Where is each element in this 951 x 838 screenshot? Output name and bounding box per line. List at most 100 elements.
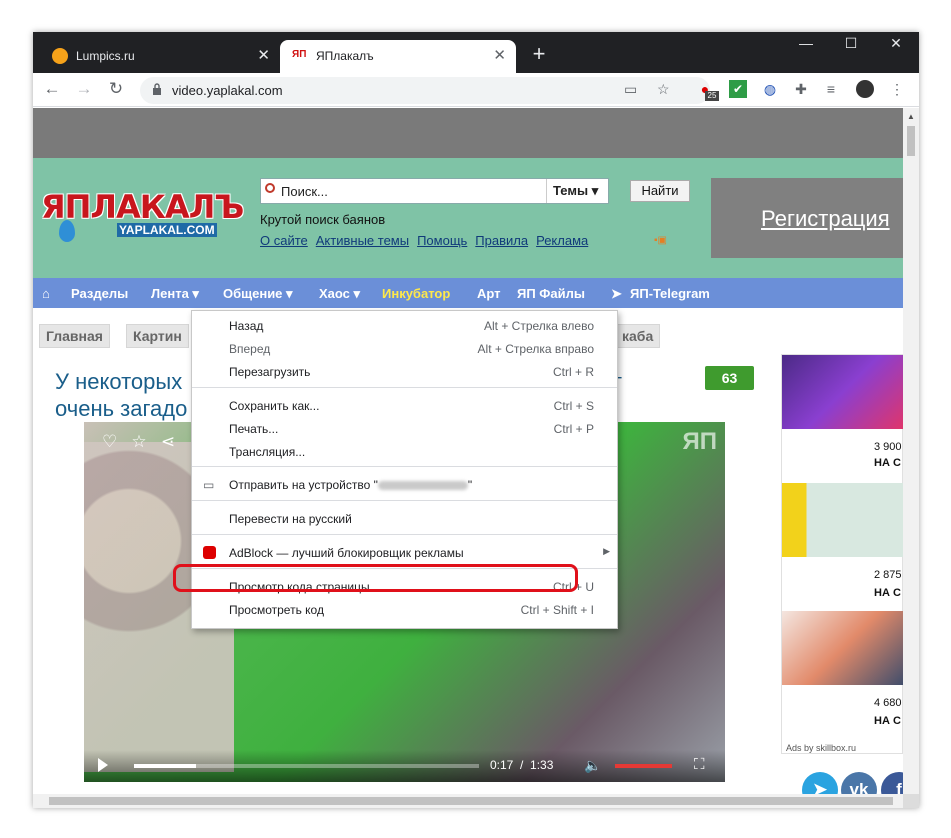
menu-item-reload[interactable]: Перезагрузить Ctrl + R (192, 361, 617, 383)
nav-feed[interactable]: Лента ▾ (151, 286, 199, 302)
nav-telegram[interactable]: ЯП-Telegram (630, 286, 710, 301)
ad-price: 2 875 (874, 569, 902, 581)
tab-lumpics[interactable]: Lumpics.ru ✕ (40, 40, 280, 73)
fullscreen-icon[interactable]: ⛶ (694, 756, 705, 773)
site-search[interactable]: Поиск... Темы ▾ (260, 178, 609, 204)
checkmark-extension-icon[interactable]: ✔ (729, 80, 747, 98)
menu-item-send-to-device[interactable]: ▭ Отправить на устройство " " (192, 474, 617, 496)
register-link[interactable]: Регистрация (761, 206, 890, 232)
nav-chaos[interactable]: Хаос ▾ (319, 286, 360, 302)
tab-title: Lumpics.ru (76, 49, 135, 63)
forward-arrow-icon[interactable]: → (72, 79, 96, 101)
search-scope-select[interactable]: Темы ▾ (546, 179, 610, 203)
ad-image[interactable] (782, 611, 903, 685)
video-current-time: 0:17 (490, 758, 514, 772)
adblock-icon (203, 546, 216, 559)
video-watermark: ЯП (682, 428, 718, 455)
play-icon[interactable] (98, 758, 108, 772)
nav-sections[interactable]: Разделы (71, 286, 128, 301)
link-help[interactable]: Помощь (417, 233, 467, 248)
menu-item-save-as[interactable]: Сохранить как... Ctrl + S (192, 395, 617, 417)
nav-communication[interactable]: Общение ▾ (223, 286, 293, 302)
home-icon[interactable]: ⌂ (42, 286, 50, 301)
nav-files[interactable]: ЯП Файлы (517, 286, 585, 301)
menu-kebab-icon[interactable]: ⋮ (888, 80, 906, 98)
facebook-share-icon[interactable]: f (881, 772, 903, 794)
globe-extension-icon[interactable]: ◍ (761, 80, 779, 98)
scroll-up-icon[interactable]: ▲ (907, 112, 915, 121)
ad-cta[interactable]: НА С (874, 457, 901, 469)
maximize-button[interactable]: ☐ (831, 35, 871, 52)
menu-item-shortcut: Ctrl + R (552, 365, 594, 379)
register-banner: Регистрация (711, 178, 903, 258)
reload-icon[interactable]: ↻ (104, 79, 128, 101)
tab-pictures[interactable]: Картин (126, 324, 189, 348)
tab-yaplakal[interactable]: ЯП ЯПлакалъ ✕ (280, 40, 516, 73)
site-logo[interactable]: ЯПЛАКАЛЪ (41, 188, 244, 226)
media-control-icon[interactable]: ≡ (822, 80, 840, 98)
tab-close-icon[interactable]: ✕ (257, 46, 270, 64)
menu-item-label: Печать... (229, 422, 279, 436)
tab-main[interactable]: Главная (39, 324, 110, 348)
search-input[interactable]: Поиск... (281, 184, 328, 199)
link-about[interactable]: О сайте (260, 233, 308, 248)
post-title[interactable]: У некоторых очень загадо (55, 368, 187, 422)
scroll-corner (903, 794, 919, 808)
star-icon[interactable]: ☆ (131, 432, 146, 451)
share-icon[interactable]: ⋖ (161, 432, 175, 451)
search-button[interactable]: Найти (630, 180, 690, 202)
ad-image[interactable] (782, 355, 903, 429)
inspect-highlight-outline (173, 564, 578, 592)
vertical-scrollbar[interactable]: ▲ (903, 108, 919, 794)
avatar[interactable] (856, 80, 874, 98)
back-arrow-icon[interactable]: ← (40, 79, 64, 101)
link-active-topics[interactable]: Активные темы (316, 233, 409, 248)
menu-item-label: Сохранить как... (229, 399, 320, 413)
vk-share-icon[interactable]: vk (841, 772, 877, 794)
ad-price: 3 900 (874, 441, 902, 453)
menu-item-label: Трансляция... (229, 445, 306, 459)
menu-item-cast[interactable]: Трансляция... (192, 441, 617, 463)
scroll-thumb[interactable] (907, 126, 915, 156)
header-links: О сайте Активные темы Помощь Правила Реклама (260, 233, 596, 248)
extensions-puzzle-icon[interactable]: ✚ (792, 80, 810, 98)
nav-art[interactable]: Арт (477, 286, 501, 301)
ad-price: 4 680 (874, 697, 902, 709)
ad-cta[interactable]: НА С (874, 587, 901, 599)
send-to-device-icon[interactable]: ▭ (624, 81, 637, 98)
horizontal-scrollbar[interactable] (33, 794, 903, 808)
site-logo-domain: YAPLAKAL.COM (117, 223, 217, 237)
volume-icon[interactable]: 🔈 (584, 757, 601, 774)
ads-attribution[interactable]: Ads by skillbox.ru (786, 743, 856, 753)
link-rules[interactable]: Правила (475, 233, 528, 248)
address-bar[interactable]: video.yaplakal.com ▭ ☆ (140, 77, 710, 104)
nav-incubator[interactable]: Инкубатор (382, 286, 450, 301)
new-tab-button[interactable]: + (528, 41, 550, 67)
video-controls: 0:17 / 1:33 🔈 ⛶ (84, 750, 725, 782)
scroll-thumb[interactable] (49, 797, 893, 805)
menu-item-inspect[interactable]: Просмотреть код Ctrl + Shift + I (192, 599, 617, 621)
heart-icon[interactable]: ♡ (102, 432, 117, 451)
menu-separator (192, 387, 617, 388)
search-icon (265, 183, 275, 193)
menu-item-forward[interactable]: Вперед Alt + Стрелка вправо (192, 338, 617, 360)
send-label-suffix: " (467, 478, 473, 492)
tab-kaba[interactable]: каба (615, 324, 661, 348)
video-duration: 1:33 (530, 758, 554, 772)
menu-item-print[interactable]: Печать... Ctrl + P (192, 418, 617, 440)
volume-slider[interactable] (615, 764, 672, 768)
menu-item-back[interactable]: Назад Alt + Стрелка влево (192, 315, 617, 337)
rss-icon[interactable]: ▪▣ (654, 235, 684, 249)
tab-close-icon[interactable]: ✕ (493, 46, 506, 64)
telegram-share-icon[interactable]: ➤ (802, 772, 838, 794)
menu-item-adblock[interactable]: AdBlock — лучший блокировщик рекламы ▶ (192, 542, 617, 564)
minimize-button[interactable]: — (786, 35, 826, 51)
link-ads[interactable]: Реклама (536, 233, 588, 248)
ad-image[interactable] (782, 483, 903, 557)
bookmark-star-icon[interactable]: ☆ (657, 81, 670, 98)
close-window-button[interactable]: ✕ (876, 35, 916, 52)
ad-cta[interactable]: НА С (874, 715, 901, 727)
video-progress-bar[interactable] (134, 764, 479, 768)
menu-item-translate[interactable]: Перевести на русский (192, 508, 617, 530)
browser-window: Lumpics.ru ✕ ЯП ЯПлакалъ ✕ + — ☐ ✕ ← → ↻… (33, 32, 919, 808)
